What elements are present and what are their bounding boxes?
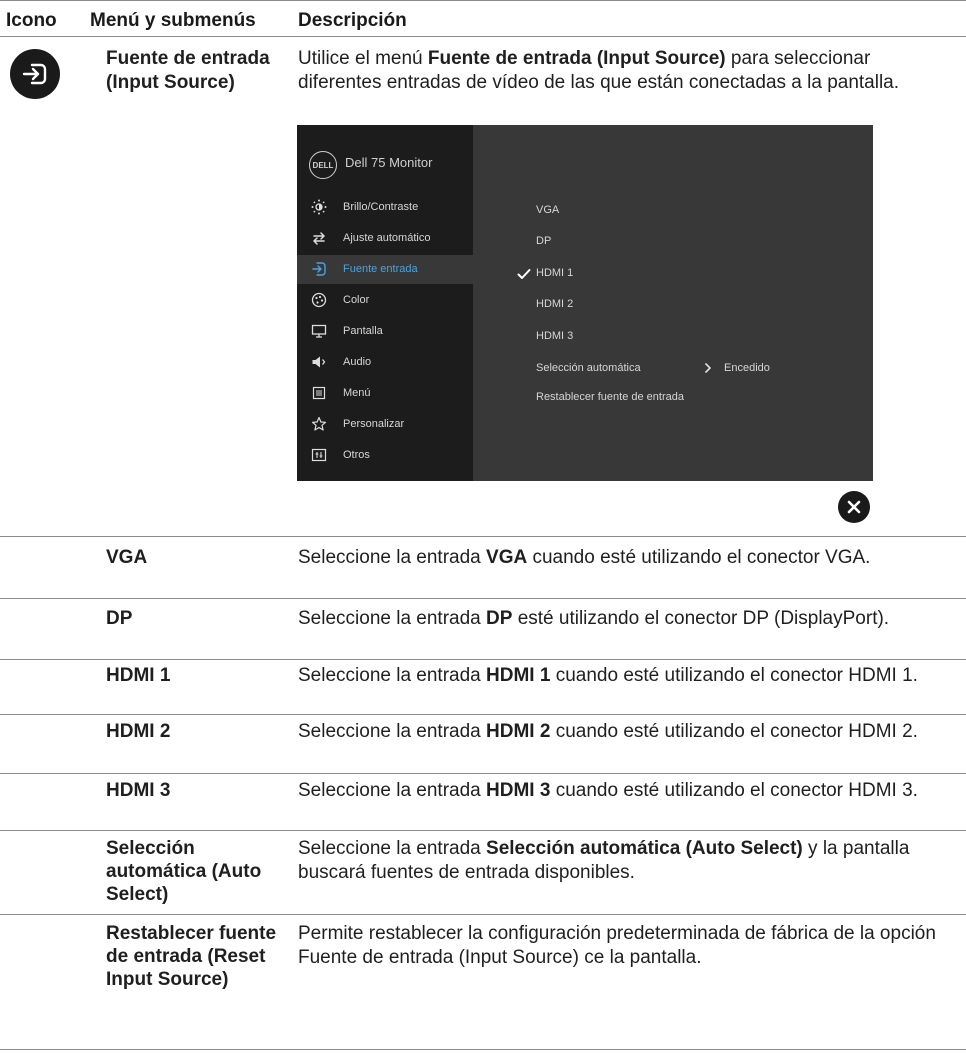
input-source-icon [312,262,326,276]
column-header-menu: Menú y submenús [90,10,256,31]
brightness-icon [311,199,327,215]
palette-icon [311,292,327,308]
table-bottom-border [0,1049,966,1050]
row-divider [0,659,966,660]
osd-item-menu[interactable]: Menú [297,379,473,408]
osd-item-auto-adjust[interactable]: Ajuste automático [297,224,473,253]
osd-item-label: Brillo/Contraste [343,201,419,213]
osd-item-brightness[interactable]: Brillo/Contraste [297,193,473,222]
osd-item-label: Personalizar [343,418,405,430]
osd-item-color[interactable]: Color [297,286,473,315]
row-divider [0,830,966,831]
osd-option-reset-input[interactable]: Restablecer fuente de entrada [536,391,684,403]
row-name-auto-select: Selección automática (Auto Select) [106,838,262,905]
osd-item-label: Audio [343,356,372,368]
display-icon [311,324,327,338]
star-icon [311,416,327,431]
menu-icon [312,386,326,400]
column-header-description: Descripción [298,10,407,31]
others-icon [311,448,327,462]
osd-item-label: Color [343,294,370,306]
osd-item-label: Menú [343,387,371,399]
row-desc-hdmi1: Seleccione la entrada HDMI 1 cuando esté… [298,665,918,686]
column-header-icon: Icono [6,10,57,31]
row-desc-dp: Seleccione la entrada DP esté utilizando… [298,608,890,629]
row-divider [0,714,966,715]
osd-item-label: Ajuste automático [343,232,431,244]
osd-item-label: Otros [343,449,370,461]
header-divider [0,36,966,37]
osd-item-personalize[interactable]: Personalizar [297,410,473,439]
osd-item-input-source[interactable]: Fuente entrada [297,255,473,284]
osd-item-label: Fuente entrada [343,263,418,275]
input-source-icon [10,49,60,99]
menu-name-input-source: Fuente de entrada (Input Source) [106,48,270,93]
osd-option-vga[interactable]: VGA [536,204,559,216]
dell-logo: DELL [309,151,337,179]
osd-option-hdmi2[interactable]: HDMI 2 [536,298,573,310]
row-desc-hdmi2: Seleccione la entrada HDMI 2 cuando esté… [298,721,918,742]
osd-option-hdmi1[interactable]: HDMI 1 [536,267,573,279]
osd-option-auto-select[interactable]: Selección automática [536,362,641,374]
osd-option-hdmi3[interactable]: HDMI 3 [536,330,573,342]
osd-item-others[interactable]: Otros [297,441,473,470]
row-name-hdmi2: HDMI 2 [106,721,171,742]
table-top-border [0,0,966,1]
osd-item-label: Pantalla [343,325,383,337]
row-divider [0,598,966,599]
close-icon [838,491,870,523]
auto-adjust-icon [313,232,325,245]
speaker-icon [312,356,326,368]
osd-item-display[interactable]: Pantalla [297,317,473,346]
chevron-right-icon [704,362,712,374]
osd-model-name: Dell 75 Monitor [345,155,433,170]
row-name-hdmi3: HDMI 3 [106,780,171,801]
row-desc-reset-input: Permite restablecer la configuración pre… [298,923,936,968]
row-divider [0,773,966,774]
osd-sidebar: DELL Dell 75 Monitor Brillo/Contraste Aj… [297,125,473,481]
row-name-dp: DP [106,608,133,629]
row-desc-vga: Seleccione la entrada VGA cuando esté ut… [298,547,871,568]
osd-option-dp[interactable]: DP [536,235,551,247]
osd-item-audio[interactable]: Audio [297,348,473,377]
description-input-source: Utilice el menú Fuente de entrada (Input… [298,48,900,93]
osd-auto-select-value: Encedido [724,362,770,374]
row-divider [0,914,966,915]
row-desc-hdmi3: Seleccione la entrada HDMI 3 cuando esté… [298,780,918,801]
row-divider [0,536,966,537]
row-name-hdmi1: HDMI 1 [106,665,171,686]
row-name-vga: VGA [106,547,148,568]
checkmark-icon [517,269,531,279]
row-desc-auto-select: Seleccione la entrada Selección automáti… [298,838,910,883]
row-name-reset-input: Restablecer fuente de entrada (Reset Inp… [106,923,277,990]
osd-menu-screenshot: DELL Dell 75 Monitor Brillo/Contraste Aj… [297,125,873,481]
